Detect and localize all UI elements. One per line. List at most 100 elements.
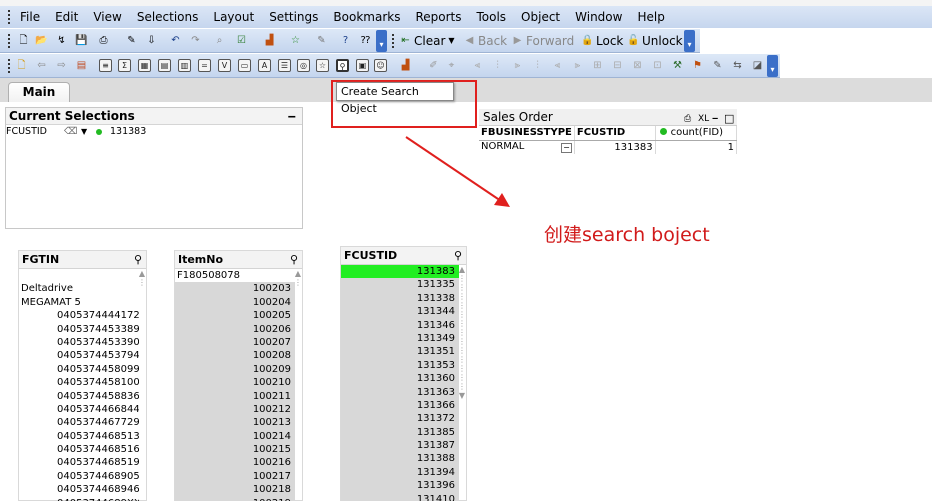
list-item[interactable]: 100213: [175, 416, 295, 430]
list-item[interactable]: 04053744689051: [19, 470, 139, 483]
clear-icon[interactable]: ⇤: [398, 33, 413, 48]
toolbar-grip[interactable]: [8, 34, 11, 48]
fcustid-scrollbar[interactable]: ▲ ⋮ ⋮ ⋮ ⋮ ⋮ ⋮ ⋮ ⋮ ⋮ ⋮ ⋮ ⋮ ⋮ ▼: [458, 265, 466, 501]
list-item[interactable]: MEGAMAT 5: [19, 296, 139, 309]
fcustid-search-icon[interactable]: ⚲: [454, 247, 462, 265]
menu-object[interactable]: Object: [521, 10, 560, 24]
list-item[interactable]: 100210: [175, 376, 295, 390]
current-selections-icon[interactable]: ☑: [234, 33, 249, 48]
list-item[interactable]: 04053744588361: [19, 390, 139, 403]
menu-settings[interactable]: Settings: [269, 10, 318, 24]
list-item[interactable]: 131338: [341, 291, 459, 306]
navigation-toolbar-chevron-icon[interactable]: ▾: [684, 30, 695, 52]
selection-dropdown-icon[interactable]: ▼: [81, 125, 87, 139]
align-center-icon[interactable]: ⫶: [490, 58, 505, 73]
edit-module-icon[interactable]: ⚒: [670, 58, 685, 73]
reload-icon[interactable]: ↯: [54, 33, 69, 48]
tab-main[interactable]: Main: [8, 82, 70, 103]
menu-reports[interactable]: Reports: [415, 10, 461, 24]
listbox-icon[interactable]: ≡: [99, 59, 112, 72]
list-item[interactable]: 100207: [175, 335, 295, 350]
align-middle-icon[interactable]: ⫷: [550, 58, 565, 73]
help-icon[interactable]: ?: [338, 33, 353, 48]
menu-selections[interactable]: Selections: [137, 10, 199, 24]
multi-box-icon[interactable]: ▦: [138, 59, 151, 72]
menu-view[interactable]: View: [93, 10, 121, 24]
statistics-box-icon[interactable]: Σ: [118, 59, 131, 72]
same-width-icon[interactable]: ⊠: [630, 58, 645, 73]
space-vertical-icon[interactable]: ⊟: [610, 58, 625, 73]
list-item[interactable]: 131396: [341, 479, 459, 493]
new-document-icon[interactable]: 🗋: [16, 33, 31, 48]
list-item[interactable]: 100219: [175, 496, 295, 501]
menu-layout[interactable]: Layout: [213, 10, 254, 24]
chart-wizard-icon[interactable]: ▟: [262, 33, 277, 48]
list-item[interactable]: 04053744668445: [19, 403, 139, 416]
list-item[interactable]: 131351: [341, 345, 459, 359]
list-item[interactable]: 04053744580990: [19, 363, 139, 376]
format-painter-icon[interactable]: ✐: [426, 58, 441, 73]
context-help-icon[interactable]: ⁇: [358, 33, 373, 48]
slider-object-icon[interactable]: ◎: [297, 59, 310, 72]
design-toolbar-chevron-icon[interactable]: ▾: [767, 55, 778, 77]
clear-dropdown-chevron-icon[interactable]: ▼: [444, 33, 459, 48]
list-item[interactable]: 04053744689464: [19, 483, 139, 496]
input-box-icon[interactable]: =: [198, 59, 211, 72]
reload-data-icon[interactable]: ⇩: [144, 33, 159, 48]
list-item[interactable]: 131346: [341, 318, 459, 332]
list-item[interactable]: 131388: [341, 452, 459, 466]
line-arrow-object-icon[interactable]: ☰: [278, 59, 291, 72]
list-item[interactable]: 100214: [175, 429, 295, 444]
minimize-table-icon[interactable]: ‒: [712, 111, 718, 128]
table-cell-fcustid[interactable]: 131383: [574, 140, 656, 154]
space-horizontal-icon[interactable]: ⊞: [590, 58, 605, 73]
list-item[interactable]: 131394: [341, 465, 459, 480]
unlock-icon[interactable]: 🔓: [626, 33, 641, 48]
list-item[interactable]: 100205: [175, 309, 295, 323]
same-height-icon[interactable]: ⊡: [650, 58, 665, 73]
menu-bookmarks[interactable]: Bookmarks: [333, 10, 400, 24]
current-selections-box-icon[interactable]: V: [218, 59, 231, 72]
maximize-table-icon[interactable]: □: [724, 110, 734, 127]
list-item[interactable]: Deltadrive: [19, 282, 139, 295]
clear-button[interactable]: Clear: [414, 34, 445, 48]
table-viewer-icon[interactable]: ⇆: [730, 58, 745, 73]
forward-button[interactable]: Forward: [526, 34, 574, 48]
bookmark-object-icon[interactable]: ☆: [316, 59, 329, 72]
document-properties-icon[interactable]: ✎: [710, 58, 725, 73]
list-item[interactable]: 04053744441727: [19, 309, 139, 322]
forward-icon[interactable]: ▶: [510, 33, 525, 48]
list-item[interactable]: 04053744581003: [19, 376, 139, 389]
list-item[interactable]: 100215: [175, 443, 295, 457]
custom-object-icon[interactable]: ☺: [374, 59, 387, 72]
back-icon[interactable]: ◀: [462, 33, 477, 48]
variable-overview-icon[interactable]: ◪: [750, 58, 765, 73]
list-item[interactable]: 04053744689XXX: [19, 497, 139, 501]
print-table-icon[interactable]: ⎙: [684, 111, 691, 128]
list-item[interactable]: 04053744685169: [19, 443, 139, 456]
redo-icon[interactable]: ↷: [188, 33, 203, 48]
eraser-icon[interactable]: ⌫: [64, 125, 77, 139]
align-bottom-icon[interactable]: ⫶: [530, 58, 545, 73]
list-item[interactable]: 100217: [175, 469, 295, 484]
itemno-scrollbar[interactable]: ▲ ⋮: [294, 269, 302, 501]
list-item[interactable]: 131366: [341, 398, 459, 413]
unlock-button[interactable]: Unlock: [642, 34, 683, 48]
list-item[interactable]: 04053744533903: [19, 336, 139, 349]
align-left-icon[interactable]: ⫷: [470, 58, 485, 73]
list-item[interactable]: F180508078: [175, 269, 295, 282]
list-item[interactable]: 131349: [341, 331, 459, 346]
list-item[interactable]: 04053744533897: [19, 323, 139, 336]
chart-icon[interactable]: ▥: [178, 59, 191, 72]
list-item[interactable]: 100211: [175, 389, 295, 403]
back-button[interactable]: Back: [478, 34, 507, 48]
design-toolbar-grip[interactable]: [8, 59, 11, 73]
menu-help[interactable]: Help: [637, 10, 664, 24]
list-item[interactable]: 100206: [175, 322, 295, 336]
toolbar-overflow-chevron-icon[interactable]: ▾: [376, 30, 387, 52]
list-item[interactable]: 131353: [341, 358, 459, 373]
expression-overview-icon[interactable]: ⚑: [690, 58, 705, 73]
text-object-icon[interactable]: A: [258, 59, 271, 72]
selected-list-item[interactable]: 131383: [341, 265, 459, 279]
table-box-icon[interactable]: ▤: [158, 59, 171, 72]
